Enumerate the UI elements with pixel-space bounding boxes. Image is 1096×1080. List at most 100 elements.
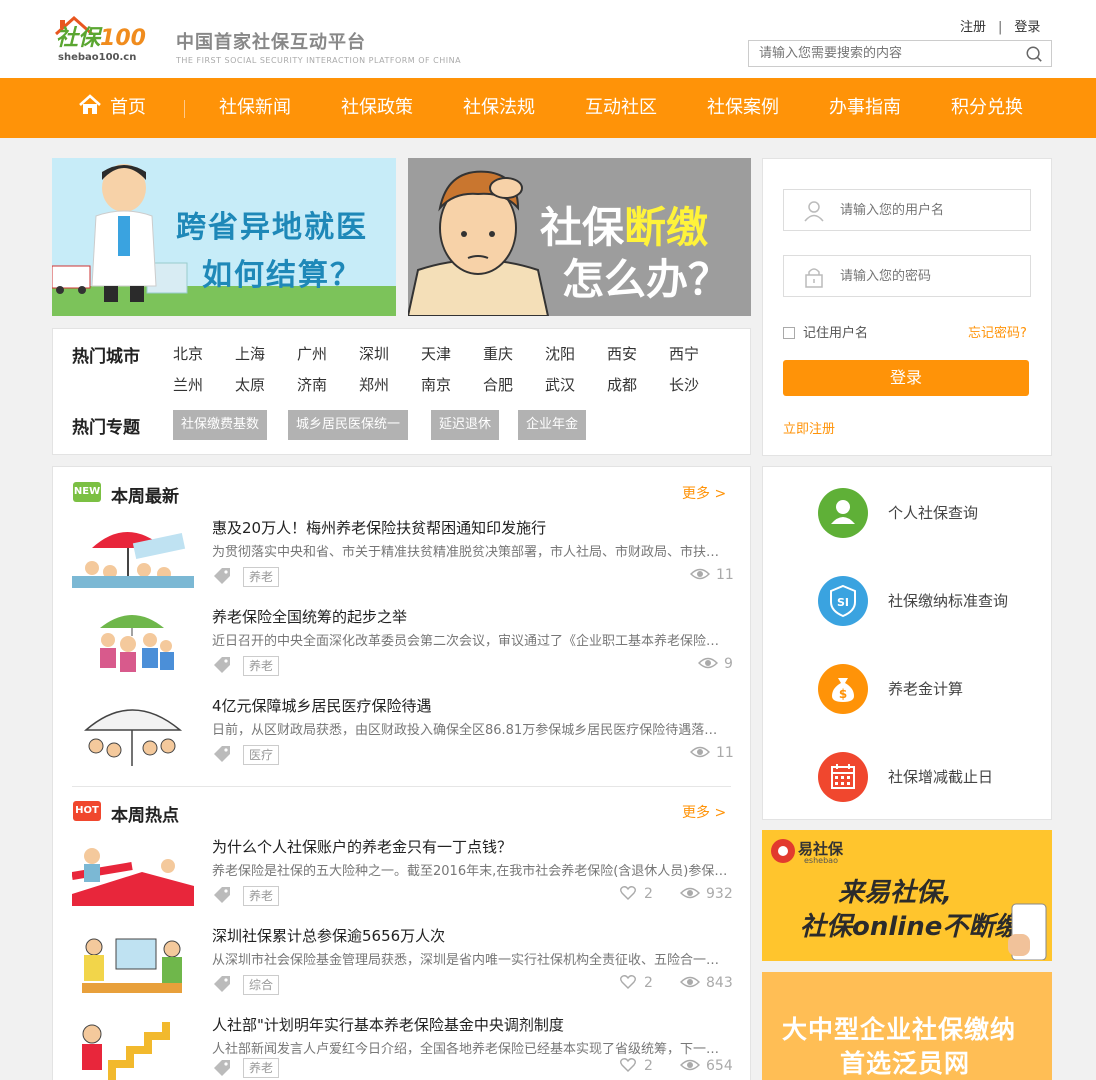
- hot-more-link[interactable]: 更多 >: [682, 802, 726, 822]
- topic-tag[interactable]: 企业年金: [518, 410, 587, 440]
- nav-points[interactable]: 积分兑换: [951, 78, 1023, 138]
- eshebao-logo-icon: [771, 839, 795, 863]
- news-title[interactable]: 惠及20万人！梅州养老保险扶贫帮困通知印发施行: [212, 517, 546, 538]
- nav-community[interactable]: 互动社区: [585, 78, 657, 138]
- search-input[interactable]: [749, 41, 1009, 66]
- remember-username[interactable]: 记住用户名: [783, 322, 868, 341]
- news-thumb[interactable]: [72, 925, 194, 995]
- forgot-password-link[interactable]: 忘记密码?: [968, 322, 1027, 341]
- topic-tag[interactable]: 城乡居民医保统一: [288, 410, 409, 440]
- service-pension-calc[interactable]: $ 养老金计算: [818, 664, 1048, 716]
- eye-icon: [690, 746, 710, 758]
- city-link[interactable]: 太原: [235, 374, 265, 395]
- news-tag[interactable]: 养老: [243, 567, 280, 587]
- news-desc: 从深圳市社会保险基金管理局获悉，深圳是省内唯一实行社保机构全责征收、五险合一的城…: [212, 953, 730, 968]
- money-bag-icon: $: [818, 664, 868, 714]
- search-box: [748, 40, 1052, 67]
- city-link[interactable]: 天津: [421, 343, 451, 364]
- topic-tag[interactable]: 社保缴费基数: [173, 410, 268, 440]
- city-link[interactable]: 合肥: [483, 374, 513, 395]
- view-count: 932: [680, 886, 733, 902]
- news-tag[interactable]: 养老: [243, 656, 280, 676]
- city-link[interactable]: 西宁: [669, 343, 699, 364]
- search-icon[interactable]: [1025, 45, 1043, 63]
- news-thumb[interactable]: [72, 1014, 194, 1080]
- service-label: 养老金计算: [888, 680, 964, 698]
- city-link[interactable]: 深圳: [359, 343, 389, 364]
- like-count[interactable]: 2: [620, 886, 653, 902]
- eye-icon: [680, 976, 700, 988]
- news-title[interactable]: 养老保险全国统筹的起步之举: [212, 606, 407, 627]
- city-link[interactable]: 沈阳: [545, 343, 575, 364]
- news-title[interactable]: 深圳社保累计总参保逾5656万人次: [212, 925, 445, 946]
- nav-home[interactable]: 首页: [78, 78, 146, 138]
- service-deadline[interactable]: 社保增减截止日: [818, 752, 1048, 804]
- like-count[interactable]: 2: [620, 975, 653, 991]
- weekly-more-link[interactable]: 更多 >: [682, 483, 726, 503]
- news-tag[interactable]: 养老: [243, 886, 280, 906]
- news-title[interactable]: 为什么个人社保账户的养老金只有一丁点钱？: [212, 836, 512, 857]
- city-link[interactable]: 上海: [235, 343, 265, 364]
- ad2-line1: 大中型企业社保缴纳: [782, 1015, 1017, 1044]
- city-link[interactable]: 郑州: [359, 374, 389, 395]
- ad-fanyuan[interactable]: 大中型企业社保缴纳 首选泛员网: [762, 972, 1052, 1080]
- login-link[interactable]: 登录: [1014, 20, 1040, 35]
- city-link[interactable]: 兰州: [173, 374, 203, 395]
- news-title[interactable]: 人社部"计划明年实行基本养老保险基金中央调剂制度: [212, 1014, 564, 1035]
- service-personal-query[interactable]: 个人社保查询: [818, 488, 1048, 540]
- ad2-line2: 首选泛员网: [840, 1049, 971, 1078]
- username-input[interactable]: [840, 200, 1020, 220]
- banner-medical-settlement[interactable]: 跨省异地就医 如何结算？: [52, 158, 396, 316]
- city-link[interactable]: 济南: [297, 374, 327, 395]
- nav-law[interactable]: 社保法规: [463, 78, 535, 138]
- password-input[interactable]: [840, 266, 1020, 286]
- banner1-line2: 如何结算？: [202, 258, 362, 293]
- topic-tag[interactable]: 延迟退休: [431, 410, 500, 440]
- nav-guide[interactable]: 办事指南: [829, 78, 901, 138]
- city-link[interactable]: 北京: [173, 343, 203, 364]
- user-icon: [804, 201, 824, 222]
- news-desc: 人社部新闻发言人卢爱红今日介绍，全国各地养老保险已经基本实现了省级统筹，下一步将…: [212, 1042, 730, 1057]
- heart-icon: [620, 1058, 636, 1072]
- city-link[interactable]: 西安: [607, 343, 637, 364]
- news-desc: 日前，从区财政局获悉，由区财政投入确保全区86.81万参保城乡居民医疗保险待遇落…: [212, 723, 730, 738]
- news-tag[interactable]: 养老: [243, 1058, 280, 1078]
- nav-divider: [184, 100, 185, 118]
- news-thumb[interactable]: [72, 836, 194, 906]
- tag-icon: [214, 887, 230, 903]
- city-link[interactable]: 长沙: [669, 374, 699, 395]
- service-label: 社保缴纳标准查询: [888, 592, 1009, 610]
- news-thumb[interactable]: [72, 696, 194, 766]
- nav-cases[interactable]: 社保案例: [707, 78, 779, 138]
- nav-news[interactable]: 社保新闻: [219, 78, 291, 138]
- ad1-line1: 来易社保,: [838, 878, 952, 908]
- register-now-link[interactable]: 立即注册: [783, 418, 835, 437]
- news-thumb[interactable]: [72, 606, 194, 676]
- city-link[interactable]: 南京: [421, 374, 451, 395]
- remember-label: 记住用户名: [803, 326, 869, 341]
- view-count: 11: [690, 567, 734, 583]
- ad-eshebao[interactable]: 易社保 eshebao 来易社保, 社保online不断缴: [762, 830, 1052, 961]
- like-count[interactable]: 2: [620, 1058, 653, 1074]
- city-link[interactable]: 武汉: [545, 374, 575, 395]
- city-link[interactable]: 广州: [297, 343, 327, 364]
- weekly-latest-title: 本周最新: [111, 487, 179, 507]
- login-button[interactable]: 登录: [783, 360, 1029, 396]
- city-link[interactable]: 成都: [607, 374, 637, 395]
- remember-checkbox[interactable]: [783, 327, 795, 339]
- news-tag[interactable]: 医疗: [243, 745, 280, 765]
- banner-contribution-break[interactable]: 社保断缴 怎么办？: [408, 158, 751, 316]
- section-divider: [72, 786, 731, 787]
- site-slogan: 中国首家社保互动平台: [176, 32, 366, 53]
- service-standard-query[interactable]: SI 社保缴纳标准查询: [818, 576, 1048, 628]
- password-field: [783, 255, 1031, 297]
- register-link[interactable]: 注册: [960, 20, 986, 35]
- nav-policy[interactable]: 社保政策: [341, 78, 413, 138]
- auth-links: 注册 | 登录: [960, 16, 1040, 35]
- eye-icon: [690, 568, 710, 580]
- news-tag[interactable]: 综合: [243, 975, 280, 995]
- news-thumb[interactable]: [72, 518, 194, 588]
- city-link[interactable]: 重庆: [483, 343, 513, 364]
- si-shield-icon: SI: [818, 576, 868, 626]
- news-title[interactable]: 4亿元保障城乡居民医疗保险待遇: [212, 695, 432, 716]
